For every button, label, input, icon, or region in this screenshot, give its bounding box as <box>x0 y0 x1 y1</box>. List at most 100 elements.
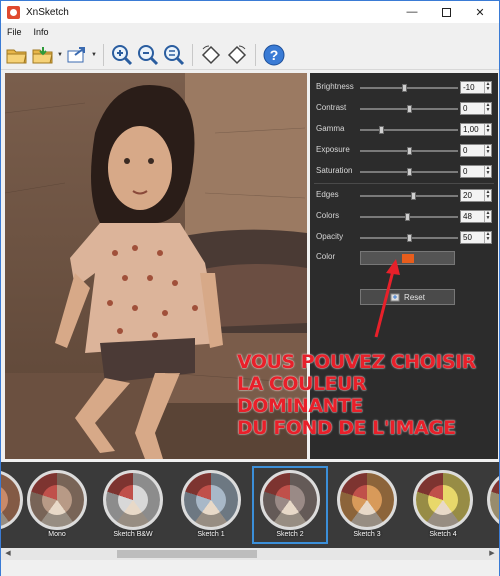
opacity-slider[interactable] <box>360 234 458 242</box>
preset-thumbnail[interactable]: Sketch 4 <box>407 468 479 542</box>
horizontal-scrollbar[interactable]: ◀ ▶ <box>1 548 499 560</box>
slider-thumb[interactable] <box>404 213 410 221</box>
opacity-value-field[interactable]: 50 ▲ ▼ <box>460 231 492 244</box>
colors-value-field[interactable]: 48 ▲ ▼ <box>460 210 492 223</box>
toolbar-separator <box>103 43 104 66</box>
menu-info[interactable]: Info <box>28 27 55 37</box>
slider-row-contrast: Contrast 0 ▲ ▼ <box>310 102 498 116</box>
gamma-slider[interactable] <box>360 126 458 134</box>
preset-label: Sketch 3 <box>353 531 381 538</box>
preset-thumbnail[interactable]: Sketch B&W <box>97 468 169 542</box>
value-text: 0 <box>463 146 468 155</box>
maximize-button[interactable] <box>431 1 461 23</box>
slider-thumb[interactable] <box>406 147 412 155</box>
slider-thumb[interactable] <box>378 126 384 134</box>
rotate-left-icon <box>201 45 221 64</box>
spinner-arrows-icon[interactable]: ▲ ▼ <box>484 103 491 114</box>
zoom-fit-icon <box>164 44 185 65</box>
close-button[interactable]: ✕ <box>465 1 495 23</box>
exposure-value-field[interactable]: 0 ▲ ▼ <box>460 144 492 157</box>
slider-label: Contrast <box>316 103 347 112</box>
slider-row-opacity: Opacity 50 ▲ ▼ <box>310 231 498 245</box>
open-folder-icon <box>6 49 27 63</box>
value-text: 50 <box>463 233 472 242</box>
slider-thumb[interactable] <box>406 105 412 113</box>
spinner-arrows-icon[interactable]: ▲ ▼ <box>484 190 491 201</box>
slider-label: Edges <box>316 190 339 199</box>
slider-label: Colors <box>316 211 340 220</box>
preset-thumbnail[interactable]: Sketch 3 <box>331 468 403 542</box>
rotate-left-button[interactable] <box>199 43 223 67</box>
slider-thumb[interactable] <box>401 84 407 92</box>
slider-thumb[interactable] <box>406 168 412 176</box>
value-text: 48 <box>463 212 472 221</box>
contrast-value-field[interactable]: 0 ▲ ▼ <box>460 102 492 115</box>
scroll-left-arrow-icon[interactable]: ◀ <box>3 549 13 559</box>
save-button[interactable] <box>31 43 55 67</box>
color-label: Color <box>316 252 336 261</box>
zoom-in-button[interactable] <box>110 43 134 67</box>
panel-divider <box>314 183 494 184</box>
slider-label: Saturation <box>316 166 353 175</box>
edges-value-field[interactable]: 20 ▲ ▼ <box>460 189 492 202</box>
preset-preview <box>27 470 87 530</box>
scroll-right-arrow-icon[interactable]: ▶ <box>487 549 497 559</box>
preset-thumbnail[interactable]: Sketch 1 <box>175 468 247 542</box>
slider-thumb[interactable] <box>406 234 412 242</box>
zoom-out-icon <box>138 44 159 65</box>
brightness-slider[interactable] <box>360 84 458 92</box>
slider-thumb[interactable] <box>411 192 417 200</box>
toolbar-separator <box>192 43 193 66</box>
saturation-value-field[interactable]: 0 ▲ ▼ <box>460 165 492 178</box>
slider-label: Opacity <box>316 232 344 241</box>
value-text: 0 <box>463 167 468 176</box>
value-text: 1,00 <box>463 125 479 134</box>
slider-row-colors: Colors 48 ▲ ▼ <box>310 210 498 224</box>
export-dropdown-icon[interactable]: ▼ <box>91 52 97 58</box>
minimize-button[interactable]: — <box>397 1 427 23</box>
spinner-arrows-icon[interactable]: ▲ ▼ <box>484 232 491 243</box>
preset-label: Sketch B&W <box>113 531 153 538</box>
spinner-arrows-icon[interactable]: ▲ ▼ <box>484 145 491 156</box>
menu-file[interactable]: File <box>1 27 28 37</box>
preset-preview <box>260 470 320 530</box>
app-window: XnSketch — ✕ File Info ▼ ▼ ? Brightness … <box>0 0 500 576</box>
save-folder-icon <box>32 46 53 63</box>
edges-slider[interactable] <box>360 192 458 200</box>
preset-thumbnail[interactable] <box>481 468 499 542</box>
contrast-slider[interactable] <box>360 105 458 113</box>
slider-row-edges: Edges 20 ▲ ▼ <box>310 189 498 203</box>
open-button[interactable] <box>5 43 29 67</box>
slider-row-exposure: Exposure 0 ▲ ▼ <box>310 144 498 158</box>
scrollbar-thumb[interactable] <box>117 550 257 558</box>
value-text: 20 <box>463 191 472 200</box>
zoom-fit-button[interactable] <box>162 43 186 67</box>
spinner-arrows-icon[interactable]: ▲ ▼ <box>484 166 491 177</box>
colors-slider[interactable] <box>360 213 458 221</box>
zoom-out-button[interactable] <box>136 43 160 67</box>
title-bar: XnSketch — ✕ <box>1 1 499 23</box>
export-button[interactable] <box>65 43 89 67</box>
gamma-value-field[interactable]: 1,00 ▲ ▼ <box>460 123 492 136</box>
reset-label: Reset <box>404 292 425 302</box>
slider-label: Gamma <box>316 124 345 133</box>
brightness-value-field[interactable]: -10 ▲ ▼ <box>460 81 492 94</box>
preset-thumbnail[interactable]: Mono <box>21 468 93 542</box>
preset-preview <box>181 470 241 530</box>
window-title: XnSketch <box>26 6 69 18</box>
preset-filmstrip: Mono Sketch B&W Sketch 1 Sketch 2 Sketch… <box>1 462 499 548</box>
exposure-slider[interactable] <box>360 147 458 155</box>
toolbar: ▼ ▼ ? <box>1 40 499 70</box>
save-dropdown-icon[interactable]: ▼ <box>57 52 63 58</box>
saturation-slider[interactable] <box>360 168 458 176</box>
value-text: 0 <box>463 104 468 113</box>
spinner-arrows-icon[interactable]: ▲ ▼ <box>484 211 491 222</box>
svg-text:?: ? <box>270 47 279 63</box>
spinner-arrows-icon[interactable]: ▲ ▼ <box>484 124 491 135</box>
rotate-right-button[interactable] <box>225 43 249 67</box>
spinner-arrows-icon[interactable]: ▲ ▼ <box>484 82 491 93</box>
help-button[interactable]: ? <box>262 43 286 67</box>
preset-preview <box>337 470 397 530</box>
preset-thumbnail-selected[interactable]: Sketch 2 <box>252 466 328 544</box>
help-icon: ? <box>263 44 285 65</box>
